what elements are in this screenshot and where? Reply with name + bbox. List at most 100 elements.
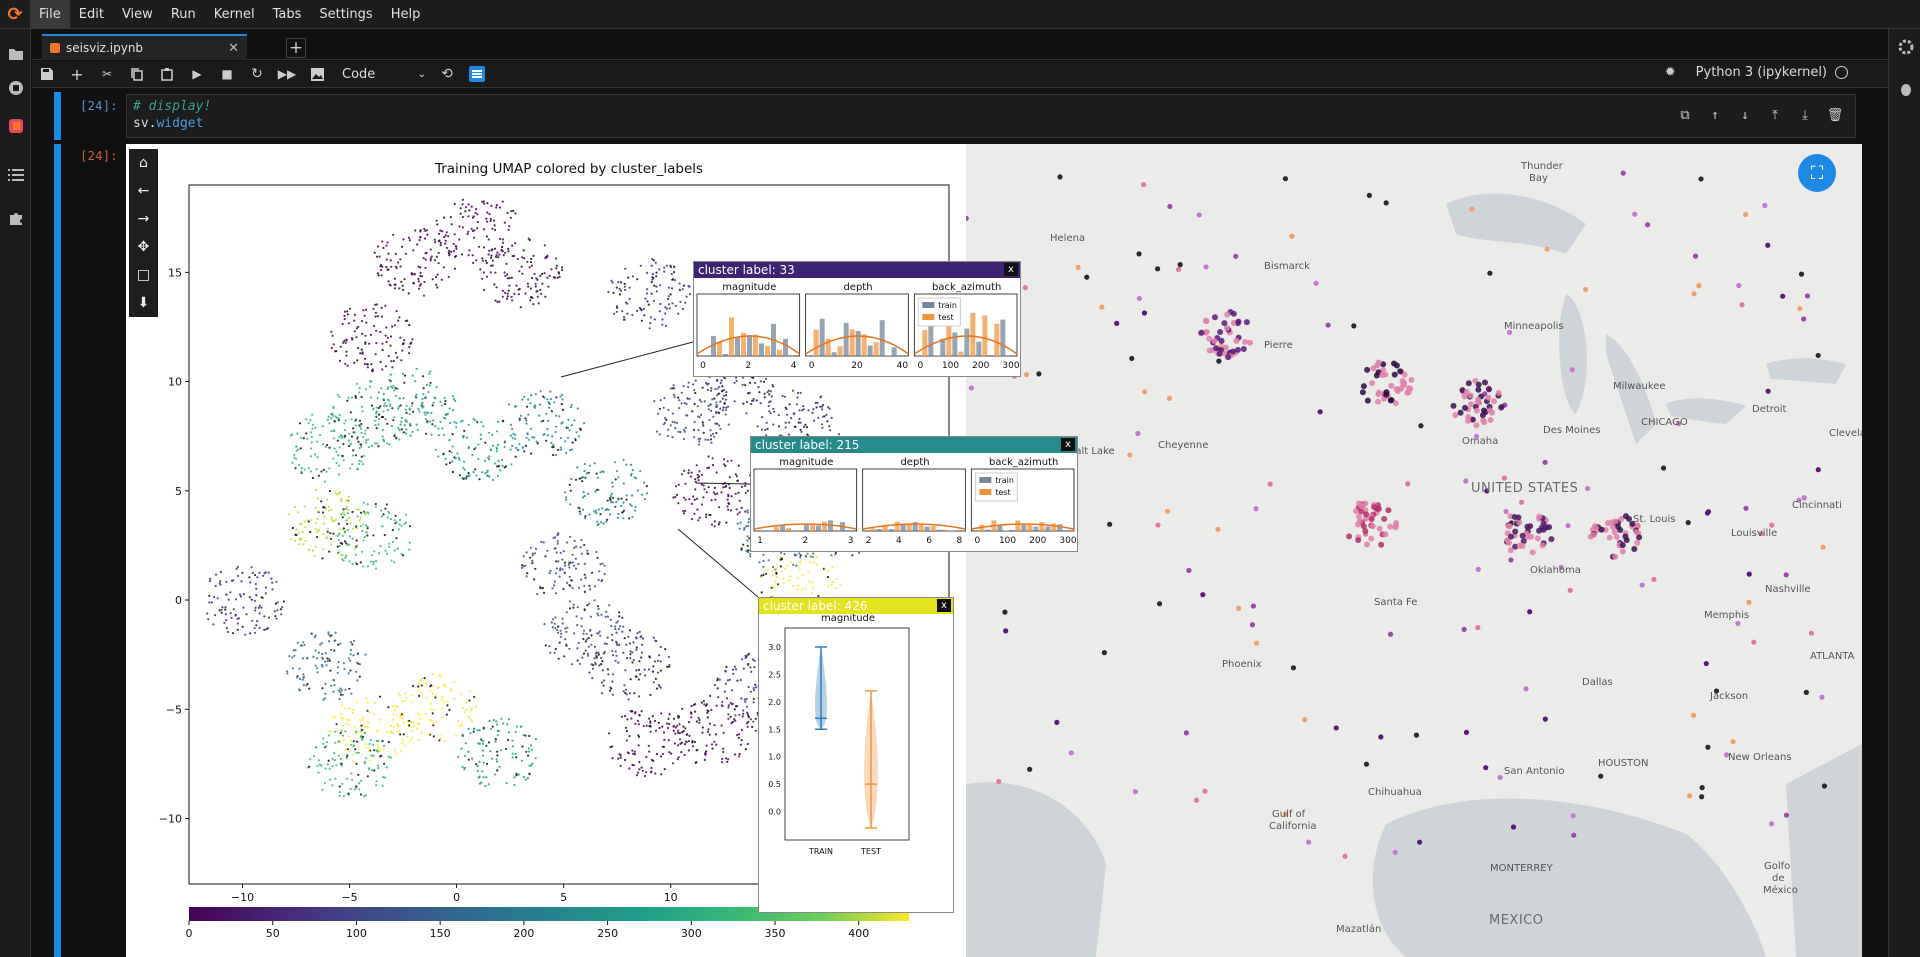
- restart-run-all-icon[interactable]: ▶▶: [272, 62, 302, 86]
- interrupt-icon[interactable]: ■: [212, 62, 242, 86]
- map-label: Jackson: [1710, 691, 1749, 702]
- y-tick-label: 0: [175, 594, 182, 607]
- copy-icon[interactable]: [122, 62, 152, 86]
- cluster-popup-33[interactable]: cluster label: 33 x magnitude 0 2 4 depth 0 20…: [693, 261, 1021, 377]
- menu-view[interactable]: View: [113, 0, 162, 29]
- git-icon[interactable]: ⟲: [432, 62, 462, 86]
- toc-icon[interactable]: [7, 166, 25, 184]
- map-label: MEXICO: [1489, 913, 1544, 928]
- y-tick-label: 15: [168, 266, 182, 279]
- insert-above-icon[interactable]: ⤒: [1765, 107, 1785, 124]
- forward-icon[interactable]: →: [129, 205, 158, 233]
- close-popup-icon[interactable]: x: [1061, 438, 1075, 451]
- violin-y-tick: 2.5: [768, 670, 781, 679]
- hist-tick-label: 3: [848, 536, 854, 546]
- home-icon[interactable]: ⌂: [129, 149, 158, 177]
- map-label: California: [1269, 821, 1317, 832]
- kernel-status[interactable]: ✹ Python 3 (ipykernel): [1665, 65, 1848, 80]
- kernel-name: Python 3 (ipykernel): [1695, 65, 1827, 80]
- puzzle-extension-icon[interactable]: [7, 209, 25, 227]
- code-comment: # display!: [133, 99, 212, 114]
- hist-tick-label: 2: [745, 361, 751, 371]
- close-tab-icon[interactable]: ✕: [228, 41, 239, 56]
- y-tick-label: −10: [159, 812, 182, 825]
- tab-title: seisviz.ipynb: [66, 41, 144, 55]
- notebook-icon: [50, 43, 60, 53]
- hist-tick-label: 8: [956, 536, 962, 546]
- move-down-icon[interactable]: ↓: [1735, 107, 1755, 124]
- paste-icon[interactable]: [152, 62, 182, 86]
- insert-below-icon[interactable]: ⤓: [1795, 107, 1815, 124]
- hist-tick-label: 1: [757, 536, 763, 546]
- map-label: San Antonio: [1504, 766, 1565, 777]
- new-tab-button[interactable]: +: [286, 38, 306, 58]
- tab-seisviz-notebook[interactable]: seisviz.ipynb ✕: [42, 34, 247, 60]
- close-popup-icon[interactable]: x: [937, 599, 951, 612]
- fullscreen-button[interactable]: ⛶: [1798, 154, 1836, 192]
- menu-run[interactable]: Run: [162, 0, 205, 29]
- map-canvas: [966, 144, 1862, 957]
- code-attribute: widget: [156, 116, 204, 131]
- hist-tick-label: 200: [972, 361, 989, 371]
- map-label: Milwaukee: [1613, 381, 1666, 392]
- notebook-area: [24]: # display! sv.widget ⧉ ↑ ↓ ⤒ ⤓ 🗑 […: [32, 88, 1888, 957]
- zoom-rect-icon[interactable]: □: [129, 261, 158, 289]
- hist-tick-label: 4: [791, 361, 797, 371]
- download-icon[interactable]: ⬇: [129, 289, 158, 317]
- code-line: sv.widget: [133, 116, 204, 131]
- hist-title: magnitude: [722, 282, 776, 293]
- pan-icon[interactable]: ✥: [129, 233, 158, 261]
- hist-tick-label: 200: [1029, 536, 1046, 546]
- property-inspector-icon[interactable]: [1897, 38, 1915, 56]
- close-popup-icon[interactable]: x: [1004, 263, 1018, 276]
- menu-edit[interactable]: Edit: [70, 0, 113, 29]
- extension-palette-icon[interactable]: [7, 117, 25, 135]
- violin-y-tick: 0.5: [768, 780, 781, 789]
- restart-icon[interactable]: ↻: [242, 62, 272, 86]
- cut-icon[interactable]: ✂: [92, 62, 122, 86]
- input-prompt: [24]:: [80, 98, 118, 113]
- hist-magnitude: magnitude 0 2 4: [696, 282, 801, 371]
- x-tick-label: −10: [231, 891, 254, 904]
- menu-kernel[interactable]: Kernel: [205, 0, 264, 29]
- colorbar-tick-label: 250: [597, 927, 618, 940]
- cluster-popup-426[interactable]: cluster label: 426 x magnitude 3.0 2.5 2.0 1…: [758, 597, 954, 913]
- map-label: Memphis: [1704, 610, 1750, 621]
- run-icon[interactable]: ▶: [182, 62, 212, 86]
- save-icon[interactable]: [32, 62, 62, 86]
- menu-settings[interactable]: Settings: [310, 0, 381, 29]
- image-icon[interactable]: [302, 62, 332, 86]
- folder-icon[interactable]: [7, 45, 25, 63]
- map-label: St. Louis: [1633, 514, 1676, 525]
- duplicate-cell-icon[interactable]: ⧉: [1675, 107, 1695, 124]
- move-up-icon[interactable]: ↑: [1705, 107, 1725, 124]
- toggle-icon[interactable]: [462, 62, 492, 86]
- cluster-popup-215[interactable]: cluster label: 215 x magnitude 1 2 3 depth 2 4…: [750, 436, 1078, 552]
- menu-help[interactable]: Help: [382, 0, 430, 29]
- menu-file[interactable]: File: [30, 0, 70, 29]
- hist-title: depth: [843, 282, 872, 293]
- colorbar-tick-label: 300: [681, 927, 702, 940]
- right-sidebar: [1888, 29, 1920, 957]
- map-view[interactable]: ReginaWinnipegThunderBayHelenaBismarckMi…: [966, 144, 1862, 957]
- map-label: Louisville: [1731, 528, 1778, 539]
- colorbar-tick-label: 200: [513, 927, 534, 940]
- popup-title: cluster label: 33 x: [694, 262, 1020, 278]
- insert-cell-icon[interactable]: +: [62, 62, 92, 86]
- hist-tick-label: 0: [700, 361, 706, 371]
- delete-cell-icon[interactable]: 🗑: [1825, 107, 1845, 124]
- hist-tick-label: 6: [926, 536, 932, 546]
- cell-type-select[interactable]: Code ⌄: [336, 64, 432, 84]
- map-label: Pierre: [1264, 340, 1293, 351]
- y-tick-label: −5: [166, 703, 182, 716]
- popup-histograms: magnitude 1 2 3 depth 2 4 6 8 back_azimuth 0 100 200…: [753, 457, 1077, 546]
- menu-tabs[interactable]: Tabs: [264, 0, 311, 29]
- map-label: Helena: [1050, 233, 1086, 244]
- debugger-icon[interactable]: [1897, 80, 1915, 98]
- code-cell-editor[interactable]: # display! sv.widget ⧉ ↑ ↓ ⤒ ⤓ 🗑: [126, 94, 1856, 138]
- back-icon[interactable]: ←: [129, 177, 158, 205]
- figure-toolbar: ⌂ ← → ✥ □ ⬇: [129, 149, 158, 317]
- running-icon[interactable]: [7, 79, 25, 97]
- colorbar-tick-label: 400: [848, 927, 869, 940]
- map-label: ATLANTA: [1810, 651, 1855, 662]
